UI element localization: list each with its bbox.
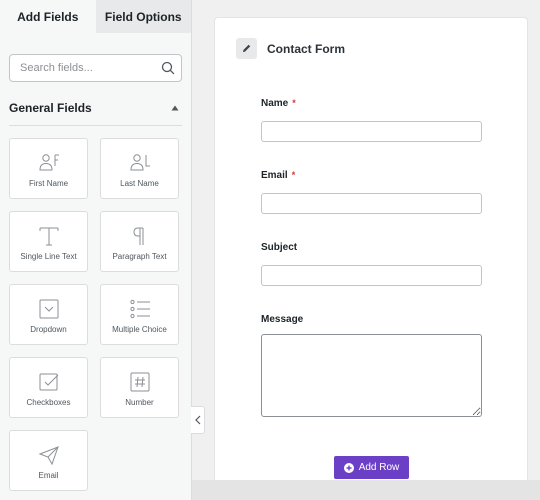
checkbox-icon <box>39 373 58 391</box>
field-sidebar: Add Fields Field Options General Fields … <box>0 0 192 500</box>
field-tile-label: First Name <box>28 179 69 188</box>
field-tile-checkboxes[interactable]: Checkboxes <box>9 357 88 418</box>
hash-icon <box>130 372 149 392</box>
field-tile-label: Single Line Text <box>20 252 77 261</box>
search-input[interactable] <box>10 55 160 81</box>
plus-circle-icon <box>343 462 354 473</box>
subject-input[interactable] <box>261 265 482 286</box>
person-first-name-icon <box>38 154 59 171</box>
edit-form-title-button[interactable] <box>236 38 257 59</box>
tab-add-fields[interactable]: Add Fields <box>0 0 96 33</box>
add-row-label: Add Row <box>358 462 400 473</box>
form-field-subject: Subject <box>261 237 483 286</box>
field-tile-paragraph-text[interactable]: Paragraph Text <box>100 211 179 272</box>
field-tile-label: Number <box>125 398 154 407</box>
sidebar-tabs: Add Fields Field Options <box>0 0 191 33</box>
add-row-button[interactable]: Add Row <box>334 456 409 479</box>
dropdown-icon <box>39 299 58 319</box>
search-box <box>9 54 182 82</box>
field-tile-label: Checkboxes <box>26 398 71 407</box>
field-tile-label: Multiple Choice <box>112 325 167 334</box>
tab-field-options[interactable]: Field Options <box>95 0 191 33</box>
form-title: Contact Form <box>267 41 345 56</box>
field-tile-single-line-text[interactable]: Single Line Text <box>9 211 88 272</box>
required-marker: * <box>292 98 296 108</box>
paragraph-icon <box>132 227 143 245</box>
form-canvas: Contact Form Name * Email * Subject Messag… <box>214 17 528 500</box>
sidebar-collapse-button[interactable] <box>191 406 205 434</box>
form-header: Contact Form <box>236 38 345 59</box>
section-divider <box>9 125 182 126</box>
search-icon[interactable] <box>161 61 175 75</box>
message-textarea[interactable] <box>261 334 482 417</box>
email-input[interactable] <box>261 193 482 214</box>
text-t-icon <box>39 227 58 246</box>
field-label: Subject <box>261 242 298 253</box>
field-tile-label: Email <box>38 471 59 480</box>
field-label: Name <box>261 98 289 109</box>
multiple-choice-list-icon <box>129 299 150 319</box>
general-fields-header[interactable]: General Fields <box>9 99 182 117</box>
field-tile-email[interactable]: Email <box>9 430 88 491</box>
pencil-icon <box>243 44 251 52</box>
person-last-name-icon <box>129 154 150 171</box>
field-tile-dropdown[interactable]: Dropdown <box>9 284 88 345</box>
form-field-name: Name * <box>261 93 483 142</box>
field-tile-number[interactable]: Number <box>100 357 179 418</box>
field-tile-label: Last Name <box>120 179 159 188</box>
section-title: General Fields <box>9 101 92 115</box>
paper-plane-icon <box>38 446 59 466</box>
chevron-left-icon <box>194 415 200 425</box>
field-label: Email <box>261 170 288 181</box>
field-tile-first-name[interactable]: First Name <box>9 138 88 199</box>
bottom-bar <box>192 480 540 500</box>
name-input[interactable] <box>261 121 482 142</box>
form-field-message: Message <box>261 309 483 417</box>
field-tile-last-name[interactable]: Last Name <box>100 138 179 199</box>
field-tile-label: Dropdown <box>30 325 67 334</box>
required-marker: * <box>291 170 296 180</box>
field-tile-label: Paragraph Text <box>112 252 167 261</box>
form-field-email: Email * <box>261 165 483 214</box>
caret-up-icon[interactable] <box>171 104 179 112</box>
field-tile-multiple-choice[interactable]: Multiple Choice <box>100 284 179 345</box>
field-label: Message <box>261 314 304 325</box>
